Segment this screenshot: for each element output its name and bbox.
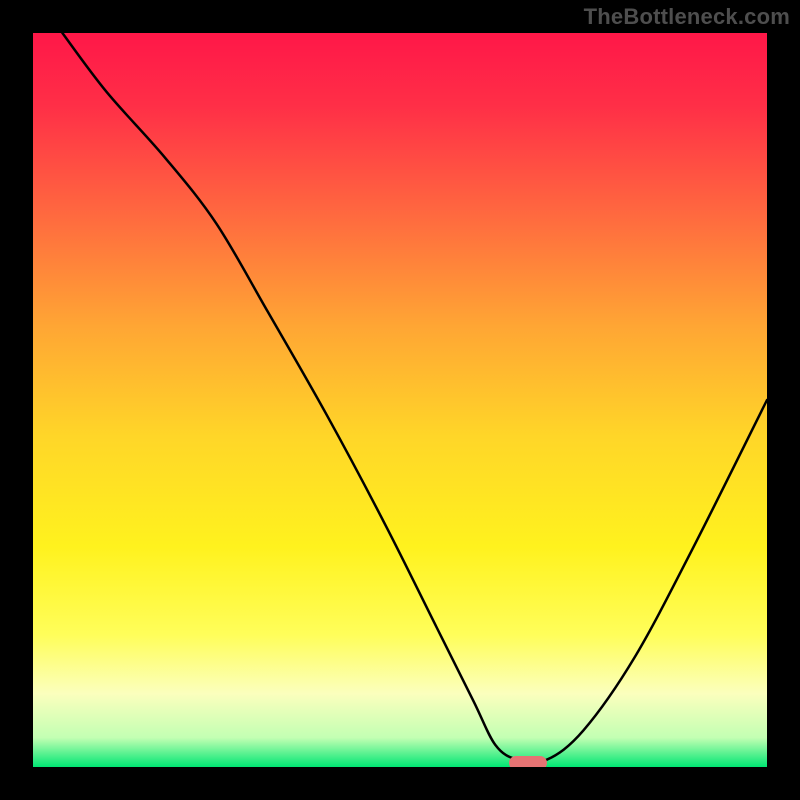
plot-area [33, 33, 767, 767]
watermark-text: TheBottleneck.com [584, 4, 790, 30]
plot-svg [33, 33, 767, 767]
optimal-marker [509, 756, 547, 767]
chart-frame: TheBottleneck.com [0, 0, 800, 800]
gradient-background [33, 33, 767, 767]
